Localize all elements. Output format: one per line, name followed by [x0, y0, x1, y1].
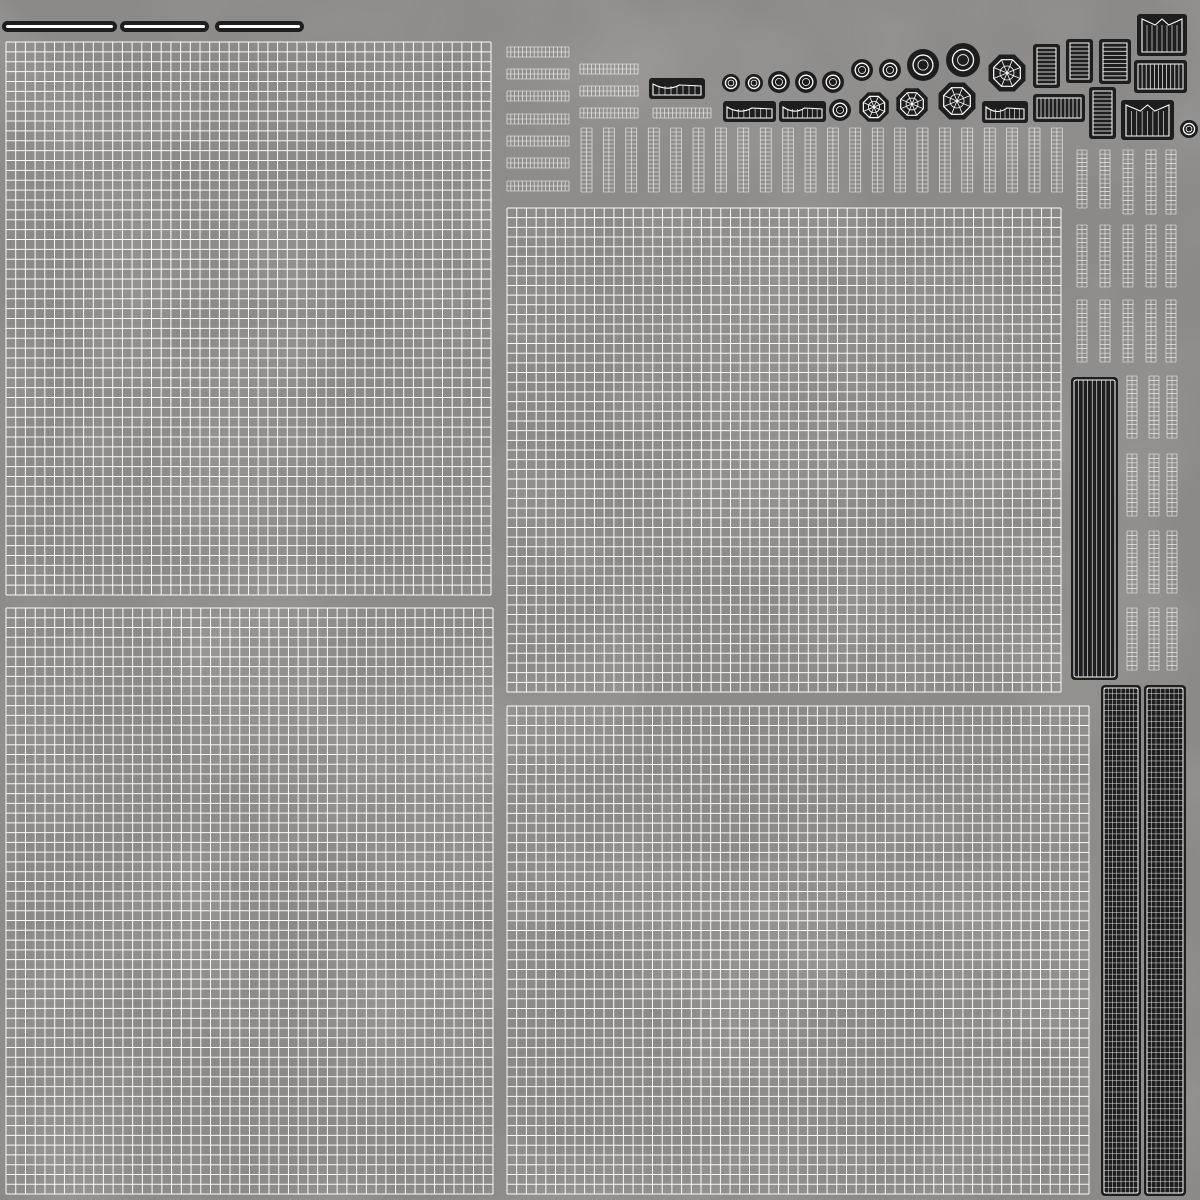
louver-icon [1134, 60, 1187, 93]
dark-bar [2, 21, 117, 32]
ring-icon [851, 59, 873, 81]
louver-icon [1033, 44, 1060, 88]
octagon-web-icon [938, 82, 976, 120]
ring-icon [795, 71, 817, 93]
arch-icon [779, 101, 826, 122]
ring-icon [745, 74, 763, 92]
dark-column-panel [1144, 685, 1186, 1196]
arch-icon [649, 78, 705, 99]
louver-icon [1033, 94, 1085, 122]
octagon-web-icon [988, 54, 1026, 92]
dark-column-panel [1101, 685, 1141, 1196]
ring-icon [822, 71, 844, 93]
octagon-web-icon [859, 92, 889, 122]
ring-icon [879, 59, 901, 81]
arch-icon [1121, 100, 1174, 140]
grid-panel [506, 705, 1090, 1195]
arch-icon [982, 101, 1028, 123]
ring-icon [946, 43, 980, 77]
ring-icon [829, 99, 851, 121]
octagon-web-icon [896, 88, 928, 120]
uv-texture-layout [0, 0, 1200, 1200]
ring-icon [1180, 120, 1198, 138]
arch-icon [1137, 14, 1187, 56]
louver-icon [1099, 39, 1131, 84]
dark-column-panel [1071, 377, 1118, 680]
ring-icon [722, 74, 740, 92]
grid-panel [5, 607, 494, 1195]
arch-icon [723, 101, 776, 122]
ring-icon [907, 49, 939, 81]
dark-bar [215, 21, 304, 32]
ring-icon [768, 71, 790, 93]
dark-bar [120, 21, 209, 32]
louver-icon [1089, 87, 1116, 139]
louver-icon [1066, 39, 1093, 83]
